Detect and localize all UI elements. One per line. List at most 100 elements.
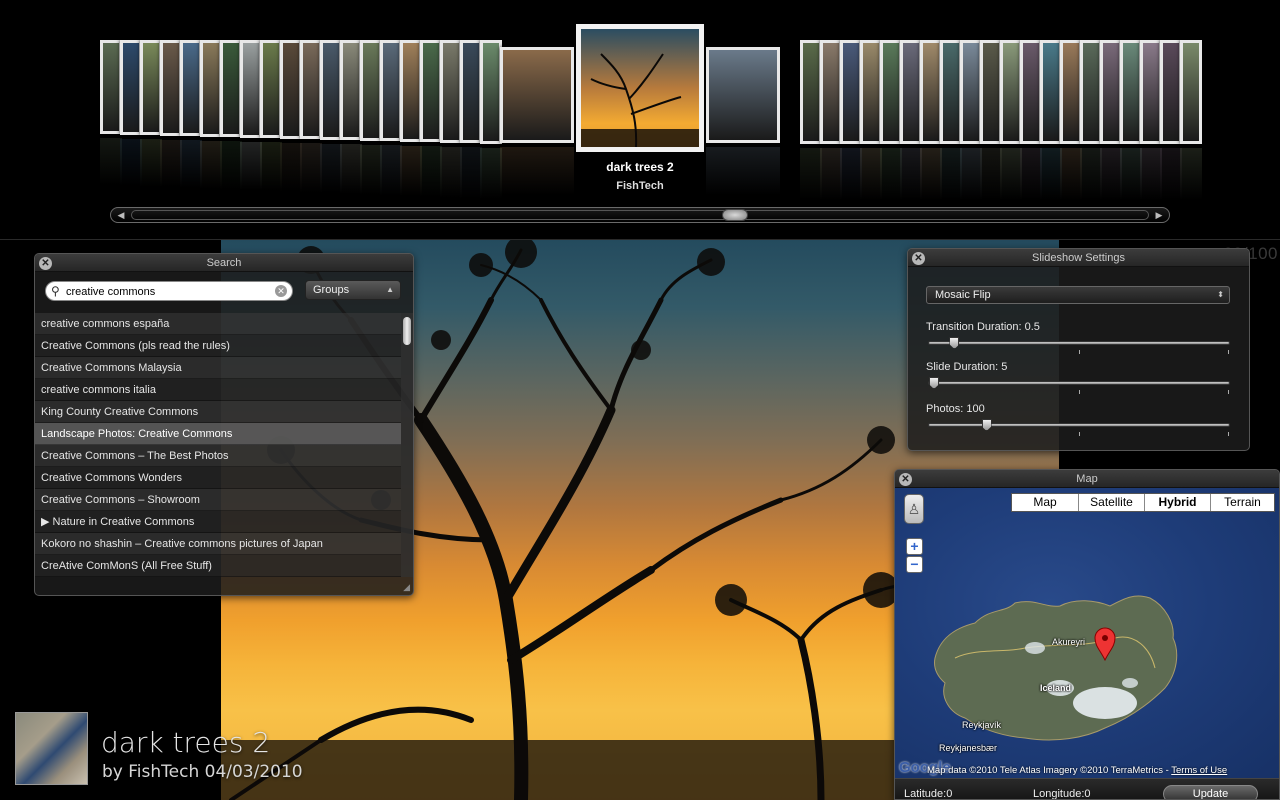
coverflow-thumbnail[interactable] <box>1020 40 1042 144</box>
coverflow-thumbnail[interactable] <box>1180 40 1202 144</box>
cover-reflection <box>360 144 382 195</box>
coverflow-thumbnail[interactable] <box>706 47 780 143</box>
coverflow-thumbnail[interactable] <box>1140 40 1162 144</box>
coverflow-thumbnail[interactable] <box>1160 40 1182 144</box>
coverflow-thumbnail[interactable] <box>100 40 122 134</box>
slider-thumb[interactable] <box>981 419 992 431</box>
street-view-pegman-icon[interactable]: ♙ <box>904 494 924 524</box>
update-button[interactable]: Update <box>1163 785 1258 799</box>
coverflow-thumbnail[interactable] <box>500 47 574 143</box>
coverflow-scrollbar[interactable]: ◀ ▶ <box>110 207 1170 223</box>
coverflow-thumbnail[interactable] <box>480 40 502 144</box>
coverflow-scroll-track[interactable] <box>131 210 1149 220</box>
map-type-selector[interactable]: Map Satellite Hybrid Terrain <box>1011 493 1275 512</box>
photo-caption-subtitle: by FishTech 04/03/2010 <box>102 762 303 782</box>
coverflow-thumbnail[interactable] <box>320 40 342 140</box>
search-field[interactable]: ⚲ ✕ <box>45 281 293 301</box>
coverflow-thumbnail[interactable] <box>160 40 182 136</box>
cover-reflection <box>340 144 362 194</box>
map-label-akureyri: Akureyri <box>1052 637 1086 647</box>
coverflow-thumbnail[interactable] <box>280 40 302 139</box>
search-result-item[interactable]: King County Creative Commons <box>35 401 401 423</box>
photos-count-slider[interactable] <box>928 419 1230 436</box>
search-input[interactable] <box>66 284 266 299</box>
coverflow-thumbnail[interactable] <box>1100 40 1122 144</box>
coverflow-thumbnail[interactable] <box>940 40 962 144</box>
coverflow-thumbnail[interactable] <box>440 40 462 143</box>
coverflow-thumbnail[interactable] <box>140 40 162 135</box>
search-scope-select[interactable]: Groups ▲ <box>305 280 401 300</box>
search-result-item[interactable]: Creative Commons – The Best Photos <box>35 445 401 467</box>
slider-thumb[interactable] <box>949 337 960 349</box>
coverflow-thumbnail[interactable] <box>820 40 842 144</box>
search-result-item[interactable]: Creative Commons Wonders <box>35 467 401 489</box>
transition-duration-slider[interactable] <box>928 337 1230 354</box>
search-result-item[interactable]: creative commons italia <box>35 379 401 401</box>
coverflow-thumbnail[interactable] <box>880 40 902 144</box>
results-scrollbar[interactable] <box>401 313 413 577</box>
coverflow-thumbnail[interactable] <box>1040 40 1062 144</box>
coverflow-thumbnail[interactable] <box>1080 40 1102 144</box>
coverflow-thumbnail[interactable] <box>400 40 422 142</box>
coverflow-current-photo[interactable] <box>576 24 704 152</box>
coverflow-thumbnail[interactable] <box>1000 40 1022 144</box>
coverflow-thumbnail[interactable] <box>900 40 922 144</box>
coverflow-thumbnail[interactable] <box>340 40 362 140</box>
coverflow-thumbnail[interactable] <box>920 40 942 144</box>
coverflow-thumbnail[interactable] <box>860 40 882 144</box>
terms-of-use-link[interactable]: Terms of Use <box>1171 765 1227 776</box>
close-icon[interactable]: ✕ <box>899 473 912 486</box>
coverflow-thumbnail[interactable] <box>380 40 402 141</box>
coverflow-thumbnail[interactable] <box>180 40 202 136</box>
search-result-item[interactable]: creative commons españa <box>35 313 401 335</box>
scroll-right-arrow-icon[interactable]: ▶ <box>1151 209 1167 221</box>
coverflow-thumbnail[interactable] <box>360 40 382 141</box>
map-type-hybrid[interactable]: Hybrid <box>1144 494 1210 511</box>
search-result-item[interactable]: Kokoro no shashin – Creative commons pic… <box>35 533 401 555</box>
coverflow-thumbnail[interactable] <box>1120 40 1142 144</box>
slider-thumb[interactable] <box>929 377 939 389</box>
coverflow[interactable]: dark trees 2 FishTech ◀ ▶ <box>0 0 1280 240</box>
coverflow-scroll-thumb[interactable] <box>722 209 748 221</box>
map-type-terrain[interactable]: Terrain <box>1210 494 1274 511</box>
slider-tick <box>1079 390 1080 394</box>
close-icon[interactable]: ✕ <box>39 257 52 270</box>
search-result-item[interactable]: ▶ Nature in Creative Commons <box>35 511 401 533</box>
coverflow-thumbnail[interactable] <box>220 40 242 137</box>
map-type-satellite[interactable]: Satellite <box>1078 494 1144 511</box>
coverflow-thumbnail[interactable] <box>1060 40 1082 144</box>
owner-avatar[interactable] <box>15 712 88 785</box>
transition-effect-select[interactable]: Mosaic Flip ⬍ <box>926 286 1230 304</box>
clear-search-icon[interactable]: ✕ <box>275 285 287 297</box>
coverflow-thumbnail[interactable] <box>800 40 822 144</box>
coverflow-thumbnail[interactable] <box>840 40 862 144</box>
scroll-left-arrow-icon[interactable]: ◀ <box>113 209 129 221</box>
map-label-reykjavik: Reykjavík <box>962 720 1002 730</box>
search-result-item[interactable]: Creative Commons (pls read the rules) <box>35 335 401 357</box>
search-results-list[interactable]: creative commons españa Creative Commons … <box>35 313 401 577</box>
close-icon[interactable]: ✕ <box>912 252 925 265</box>
map-footer: Latitude:0 Longitude:0 Update <box>895 778 1279 799</box>
coverflow-thumbnail[interactable] <box>260 40 282 138</box>
slider-tick <box>1228 390 1229 394</box>
coverflow-thumbnail[interactable] <box>300 40 322 139</box>
results-scroll-thumb[interactable] <box>403 317 411 345</box>
coverflow-thumbnail[interactable] <box>960 40 982 144</box>
search-result-item[interactable]: Landscape Photos: Creative Commons <box>35 423 401 445</box>
coverflow-thumbnail[interactable] <box>120 40 142 135</box>
resize-grip-icon[interactable]: ◢ <box>403 582 410 593</box>
search-result-item[interactable]: Creative Commons Malaysia <box>35 357 401 379</box>
zoom-out-button[interactable]: − <box>906 556 923 573</box>
coverflow-thumbnail[interactable] <box>980 40 1002 144</box>
search-result-item[interactable]: CreAtive ComMonS (All Free Stuff) <box>35 555 401 577</box>
map-type-map[interactable]: Map <box>1012 494 1078 511</box>
map-view[interactable]: ♙ + − Map Satellite Hybrid Terrain Akureyri… <box>895 488 1279 778</box>
coverflow-thumbnail[interactable] <box>420 40 442 142</box>
coverflow-thumbnail[interactable] <box>200 40 222 137</box>
zoom-in-button[interactable]: + <box>906 538 923 555</box>
cover-reflection <box>400 145 422 197</box>
coverflow-thumbnail[interactable] <box>240 40 262 138</box>
coverflow-thumbnail[interactable] <box>460 40 482 143</box>
search-result-item[interactable]: Creative Commons – Showroom <box>35 489 401 511</box>
slide-duration-slider[interactable] <box>928 377 1230 394</box>
